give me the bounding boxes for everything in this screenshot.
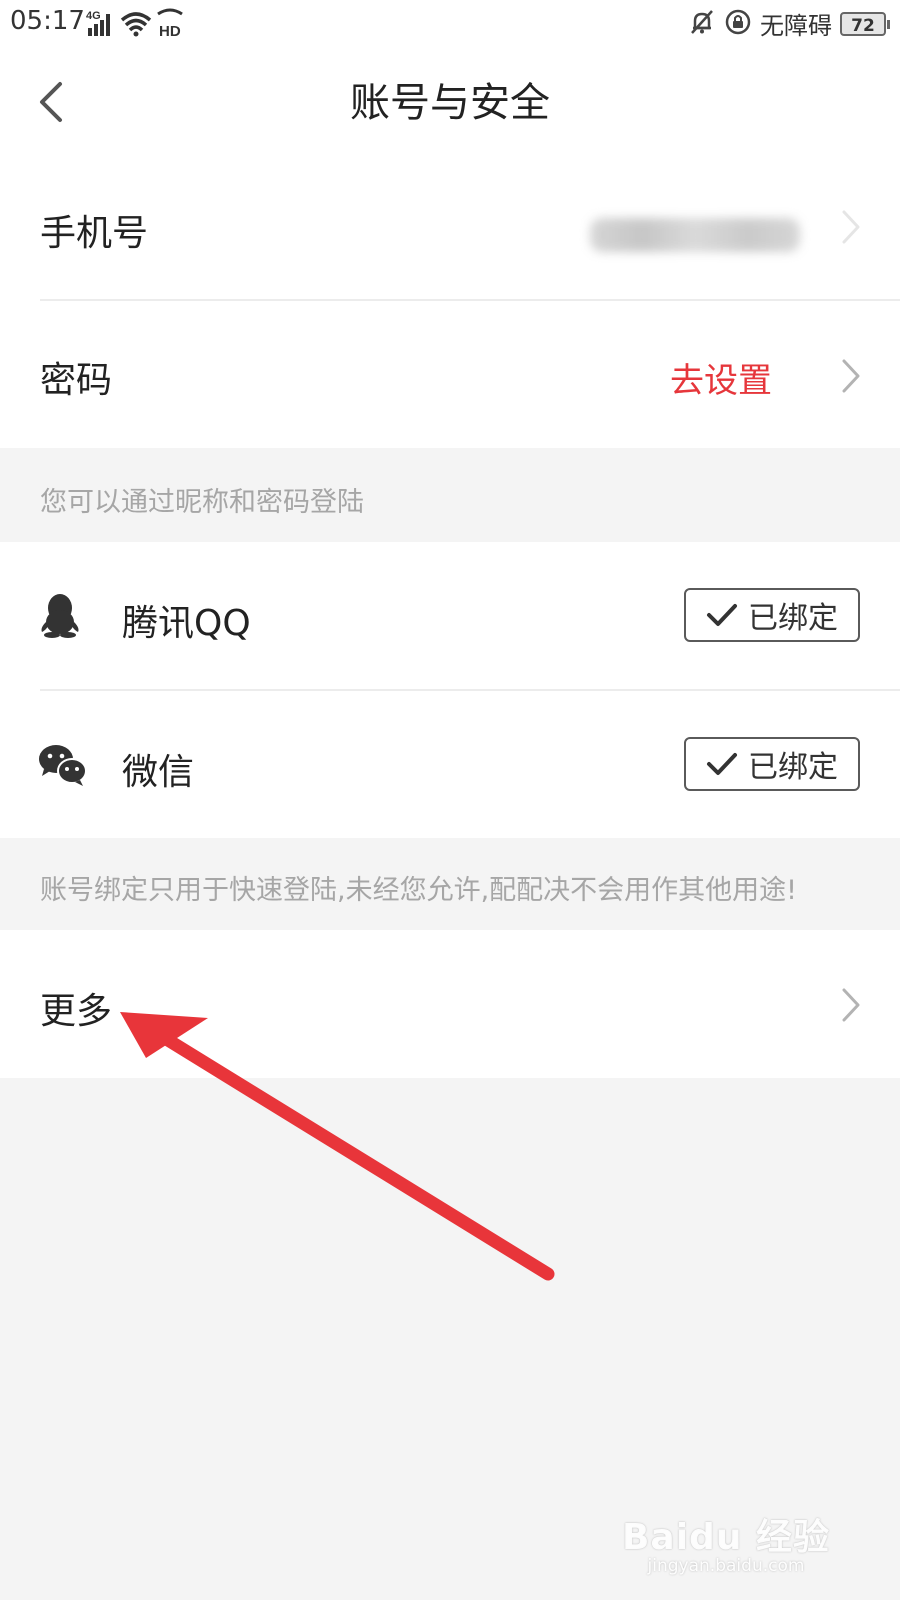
qq-bound-badge[interactable]: 已绑定	[684, 588, 860, 642]
password-hint: 您可以通过昵称和密码登陆	[40, 487, 364, 518]
set-password-link[interactable]: 去设置	[670, 353, 772, 402]
password-label: 密码	[40, 360, 113, 401]
wechat-bound-badge[interactable]: 已绑定	[684, 737, 860, 791]
wechat-icon	[39, 745, 87, 786]
wechat-bound-text: 已绑定	[748, 750, 838, 785]
wechat-row[interactable]: 微信 已绑定	[0, 691, 900, 838]
password-row[interactable]: 密码 去设置	[0, 301, 900, 448]
rotation-lock-icon	[724, 8, 752, 40]
qq-bound-text: 已绑定	[748, 601, 838, 636]
more-section: 更多	[0, 930, 900, 1078]
nav-bar: 账号与安全	[0, 46, 900, 156]
watermark-logo: Baidu 经验	[621, 1517, 830, 1558]
svg-text:4G: 4G	[86, 10, 101, 22]
phone-number-blurred	[590, 218, 800, 252]
watermark: Baidu 经验 jingyan.baidu.com	[622, 1508, 830, 1576]
status-right: 无障碍 72	[688, 6, 890, 41]
accessibility-mode-text: 无障碍	[760, 12, 832, 40]
phone-row[interactable]: 手机号	[0, 156, 900, 300]
more-label: 更多	[40, 991, 113, 1032]
account-section: 手机号 密码 去设置	[0, 156, 900, 448]
binding-hint: 账号绑定只用于快速登陆,未经您允许,配配决不会用作其他用途!	[40, 875, 797, 906]
signal-icon: 4G HD	[86, 8, 190, 42]
chevron-right-icon	[842, 210, 860, 244]
more-row[interactable]: 更多	[0, 930, 900, 1078]
check-icon	[707, 604, 737, 626]
battery-icon: 72	[840, 11, 890, 36]
phone-label: 手机号	[40, 213, 149, 254]
page-title: 账号与安全	[350, 80, 550, 126]
chevron-right-icon	[842, 359, 860, 393]
mute-bell-icon	[688, 8, 716, 40]
qq-label: 腾讯QQ	[122, 603, 251, 644]
wechat-label: 微信	[122, 752, 195, 793]
chevron-right-icon	[842, 988, 860, 1022]
svg-text:HD: HD	[159, 23, 181, 38]
binding-section: 腾讯QQ 已绑定 微信 已绑定	[0, 542, 900, 838]
status-bar: 05:17 4G HD 无障碍 72	[0, 0, 900, 46]
watermark-url: jingyan.baidu.com	[647, 1556, 805, 1576]
qq-row[interactable]: 腾讯QQ 已绑定	[0, 542, 900, 689]
check-icon	[707, 753, 737, 775]
status-time: 05:17	[10, 6, 85, 36]
qq-penguin-icon	[41, 594, 79, 638]
